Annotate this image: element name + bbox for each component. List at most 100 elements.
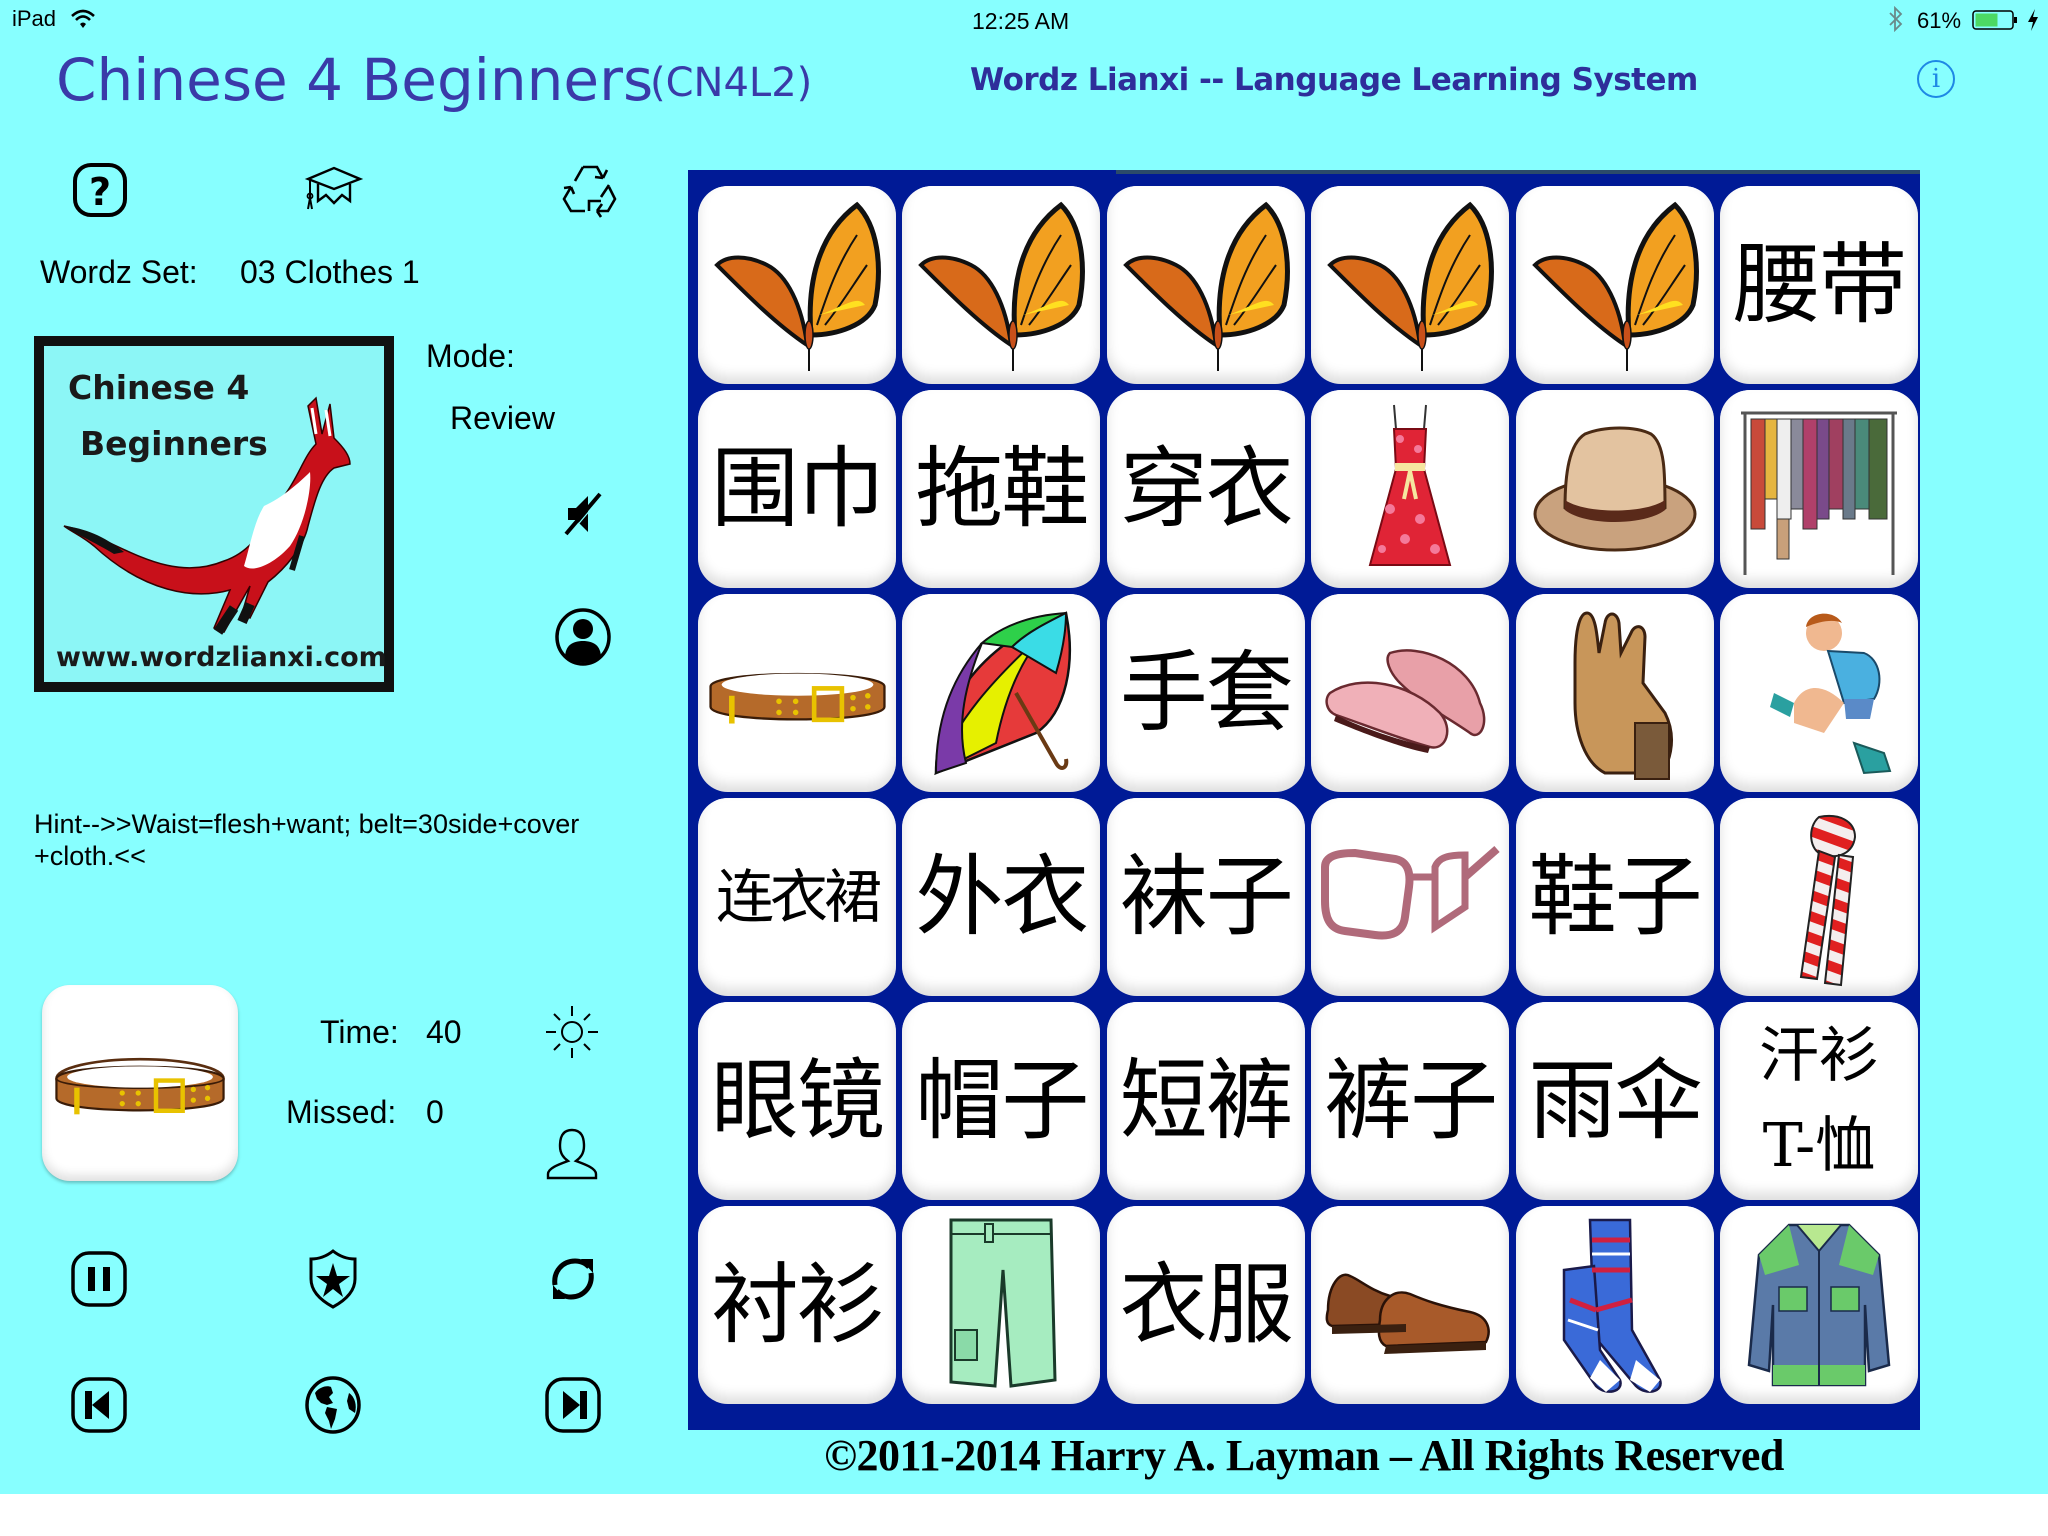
pause-button[interactable] [66,1246,132,1312]
tile-chinese-text: 裤子 [1324,1048,1498,1152]
recycle-button[interactable] [558,158,622,222]
help-icon: ? [73,163,127,217]
board-tile[interactable] [1311,186,1510,384]
scarf-icon [1759,807,1879,987]
jacket-icon [1739,1215,1899,1395]
user-button[interactable] [540,1122,604,1186]
globe-button[interactable] [300,1372,366,1438]
board-tile[interactable] [1311,1206,1510,1404]
board-tile[interactable]: 穿衣 [1106,390,1305,588]
info-icon[interactable]: i [1917,60,1955,98]
board-tile[interactable]: 围巾 [698,390,896,588]
board-tile[interactable]: 鞋子 [1515,798,1714,996]
board-tile[interactable] [1515,390,1714,588]
tile-chinese-text: 穿衣 [1119,436,1294,540]
app-logo[interactable]: Chinese 4 Beginners www.wordzlianxi.com [34,336,394,692]
boy-putting-on-socks-icon [1734,603,1904,783]
skip-back-icon [71,1377,127,1433]
app-code: (CN4L2) [650,60,813,106]
tile-chinese-text: 外衣 [915,844,1089,948]
recycle-icon [562,165,617,218]
board-progress-line [1116,170,1920,174]
tile-text-line: T-恤 [1762,1111,1876,1181]
brightness-button[interactable] [540,1000,604,1064]
board-tile[interactable]: 短裤 [1106,1002,1305,1200]
board-tile[interactable] [1720,1206,1918,1404]
tile-chinese-text: 眼镜 [710,1048,885,1152]
user-outline-icon [546,1128,598,1180]
skip-forward-icon [545,1377,601,1433]
refresh-button[interactable] [540,1246,606,1312]
shield-button[interactable] [300,1246,366,1312]
board-tile[interactable] [1720,798,1918,996]
board-tile[interactable] [902,1206,1101,1404]
skip-back-button[interactable] [66,1372,132,1438]
wordz-set-label: Wordz Set: [40,254,198,290]
board-tile[interactable]: 衬衫 [698,1206,896,1404]
system-title: Wordz Lianxi -- Language Learning System [970,62,1698,98]
board-tile[interactable] [1106,186,1305,384]
tile-text-line: 汗衫 [1759,1021,1879,1091]
board-tile[interactable]: 裤子 [1311,1002,1510,1200]
hint-text: Hint-->>Waist=flesh+want; belt=30side+co… [34,809,580,871]
board-tile[interactable] [1720,594,1918,792]
board-tile[interactable] [1311,798,1510,996]
missed-value: 0 [426,1094,444,1130]
board-tile[interactable]: 腰带 [1720,186,1918,384]
hat-icon [1525,414,1705,564]
tile-chinese-text: 拖鞋 [915,436,1089,540]
socks-icon [1540,1210,1690,1400]
profile-button[interactable] [550,604,616,670]
refresh-icon [552,1258,594,1300]
status-device: iPad [12,6,57,31]
board-tile[interactable]: 连衣裙 [698,798,896,996]
board-tile[interactable] [1515,186,1714,384]
board-tile[interactable] [698,594,896,792]
slippers-icon [1320,623,1500,763]
shoes-icon [1320,1250,1500,1360]
butterfly-icon [1525,195,1705,375]
svg-text:?: ? [89,170,111,214]
board-tile[interactable]: 汗衫 T-恤 [1720,1002,1918,1200]
belt-icon [55,1057,225,1115]
game-board: 腰带围巾 拖鞋 穿衣手套连衣裙 外衣 袜子 鞋子眼镜 帽子 短裤 裤子 雨伞 汗衫 T-恤衬衫 衣服 [688,170,1920,1430]
board-tile[interactable] [902,186,1101,384]
glasses-icon [1315,837,1505,957]
board-tile[interactable] [1515,1206,1714,1404]
butterfly-icon [707,195,887,375]
gloves-icon [1535,603,1695,783]
shield-star-icon [309,1249,357,1309]
graduation-button[interactable] [302,158,366,222]
tile-chinese-text: 腰带 [1732,232,1907,336]
tile-chinese-text: 衣服 [1119,1252,1294,1356]
help-button[interactable]: ? [68,158,132,222]
board-tile[interactable]: 眼镜 [698,1002,896,1200]
board-tile[interactable]: 手套 [1106,594,1305,792]
mute-button[interactable] [556,486,612,542]
current-card[interactable] [42,985,238,1181]
wordz-set-value[interactable]: 03 Clothes 1 [240,254,420,291]
charging-icon [2026,8,2040,32]
board-tile[interactable]: 帽子 [902,1002,1101,1200]
board-tile[interactable]: 外衣 [902,798,1101,996]
tile-chinese-text: 连衣裙 [715,862,882,931]
dress-icon [1350,399,1470,579]
board-tile[interactable]: 袜子 [1106,798,1305,996]
mode-value[interactable]: Review [450,400,555,437]
battery-percent: 61% [1917,8,1962,33]
board-tile[interactable]: 衣服 [1106,1206,1305,1404]
board-tile[interactable] [1311,594,1510,792]
globe-icon [305,1376,361,1434]
app-title: Chinese 4 Beginners [56,46,654,114]
board-tile[interactable] [698,186,896,384]
wifi-icon [70,8,96,30]
board-tile[interactable] [1515,594,1714,792]
user-profile-icon [555,608,611,666]
skip-forward-button[interactable] [540,1372,606,1438]
board-tile[interactable]: 雨伞 [1515,1002,1714,1200]
board-tile[interactable]: 拖鞋 [902,390,1101,588]
board-tile[interactable] [1720,390,1918,588]
board-tile[interactable] [902,594,1101,792]
tile-chinese-text: 帽子 [915,1048,1089,1152]
board-tile[interactable] [1311,390,1510,588]
